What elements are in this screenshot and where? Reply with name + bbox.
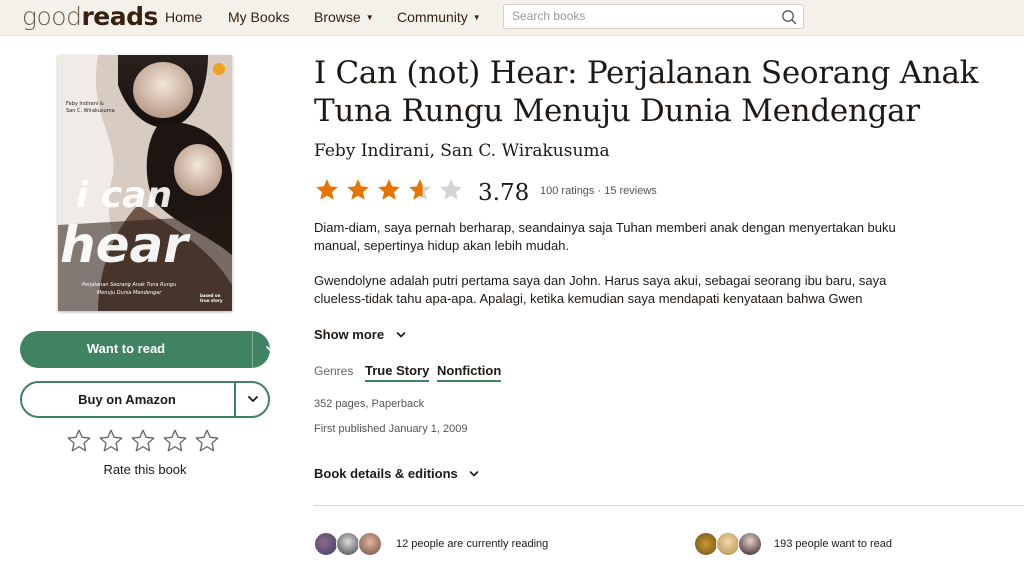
- avatar: [738, 532, 762, 556]
- book-cover[interactable]: Feby Indirani & San C. Wirakusuma i can …: [58, 55, 232, 311]
- top-navigation-bar: goodreads Home My Books Browse ▼ Communit…: [0, 0, 1024, 36]
- genres-label: Genres: [314, 364, 354, 378]
- rate-star-5[interactable]: [194, 428, 220, 454]
- rate-star-4[interactable]: [162, 428, 188, 454]
- publisher-logo: [213, 63, 225, 75]
- nav-home[interactable]: Home: [165, 9, 202, 25]
- rate-star-3[interactable]: [130, 428, 156, 454]
- star-icon: [440, 179, 462, 200]
- cover-title-2: hear: [60, 216, 188, 274]
- star-icon: [347, 179, 369, 200]
- chevron-down-icon: [248, 396, 258, 402]
- genre-nonfiction[interactable]: Nonfiction: [437, 363, 502, 382]
- cover-title-1: i can: [76, 175, 173, 216]
- nav-my-books[interactable]: My Books: [228, 9, 289, 25]
- description-paragraph-2: Gwendolyne adalah putri pertama saya dan…: [314, 273, 887, 306]
- want-to-read-text[interactable]: 193 people want to read: [774, 538, 892, 550]
- book-title: I Can (not) Hear: Perjalanan Seorang Ana…: [314, 55, 979, 129]
- shelf-dropdown-button[interactable]: [253, 331, 290, 368]
- avatar: [358, 532, 382, 556]
- want-to-read-button[interactable]: Want to read: [20, 331, 277, 368]
- cover-badge: based on true story: [200, 293, 223, 303]
- nav-browse[interactable]: Browse ▼: [314, 9, 374, 25]
- book-details-editions-button[interactable]: Book details & editions: [314, 466, 479, 481]
- currently-reading-text[interactable]: 12 people are currently reading: [396, 538, 548, 550]
- avatar: [336, 532, 360, 556]
- nav-community[interactable]: Community ▼: [397, 9, 481, 25]
- star-icon: [316, 179, 338, 200]
- rate-star-1[interactable]: [66, 428, 92, 454]
- rate-star-2[interactable]: [98, 428, 124, 454]
- chevron-down-icon: [266, 346, 277, 353]
- show-more-button[interactable]: Show more: [314, 327, 406, 342]
- pages-format: 352 pages, Paperback: [314, 398, 425, 410]
- search-box: [503, 4, 804, 29]
- cover-authors: Feby Indirani & San C. Wirakusuma: [66, 101, 115, 114]
- buy-options-dropdown-button[interactable]: [236, 383, 270, 416]
- star-icon: [378, 179, 400, 200]
- rate-this-book-label: Rate this book: [103, 462, 187, 477]
- buy-on-amazon-button[interactable]: Buy on Amazon: [20, 381, 270, 418]
- rating-counts[interactable]: 100 ratings · 15 reviews: [540, 185, 657, 197]
- caret-down-icon: ▼: [472, 13, 481, 22]
- avatar: [716, 532, 740, 556]
- goodreads-logo[interactable]: goodreads: [22, 2, 158, 31]
- avatar: [314, 532, 338, 556]
- search-input[interactable]: [512, 9, 772, 23]
- caret-down-icon: ▼: [365, 13, 374, 22]
- book-authors[interactable]: Feby Indirani, San C. Wirakusuma: [314, 141, 610, 161]
- star-icon: [409, 179, 431, 200]
- search-icon[interactable]: [781, 9, 797, 25]
- first-published: First published January 1, 2009: [314, 423, 468, 435]
- avatar: [694, 532, 718, 556]
- cover-subtitle: Perjalanan Seorang Anak Tuna Rungu Menuj…: [82, 282, 177, 296]
- genre-true-story[interactable]: True Story: [365, 363, 430, 382]
- average-rating-value: 3.78: [478, 180, 530, 206]
- section-divider: [314, 505, 1024, 506]
- chevron-down-icon: [470, 471, 479, 477]
- chevron-down-icon: [396, 332, 406, 338]
- description-paragraph-1: Diam-diam, saya pernah berharap, seandai…: [314, 220, 896, 253]
